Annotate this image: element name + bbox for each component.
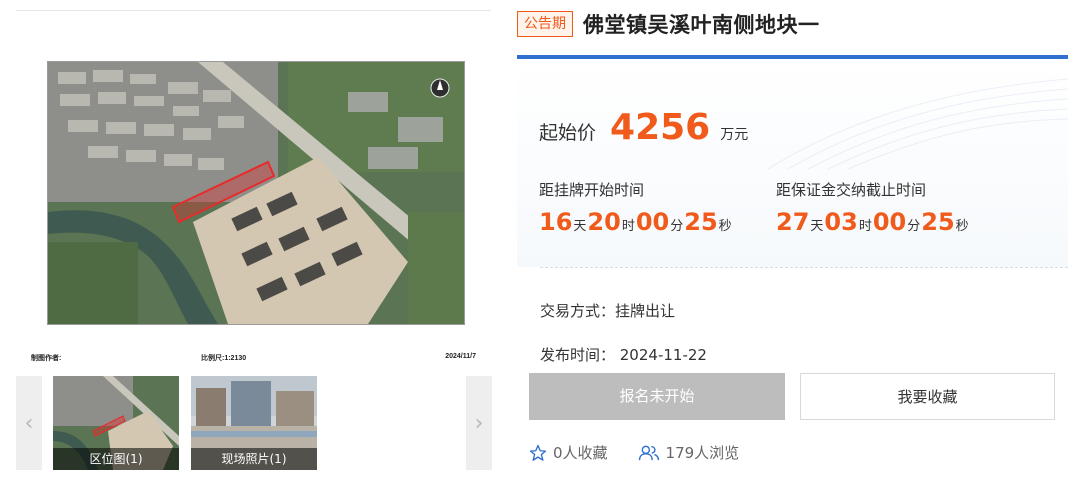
countdown-listing-start: 距挂牌开始时间 16天20时00分25秒	[539, 179, 733, 236]
map-scale-label: 比例尺:1:2130	[201, 355, 247, 362]
star-icon	[529, 444, 547, 461]
unit-day: 天	[573, 219, 587, 234]
thumbnail-site-photo[interactable]: 现场照片(1)	[191, 376, 317, 470]
countdown-value: 16天20时00分25秒	[539, 208, 733, 236]
unit-hour: 时	[621, 219, 635, 234]
thumbnail-strip: ‹ 区位图(1) 现场照片(1) ›	[16, 376, 492, 470]
publish-time: 发布时间： 2024-11-22	[540, 346, 707, 364]
price-row: 起始价 4256 万元	[539, 107, 748, 148]
thumbnail-caption: 现场照片(1)	[191, 448, 317, 470]
countdown-deposit-deadline: 距保证金交纳截止时间 27天03时00分25秒	[776, 179, 970, 236]
main-image-viewer: 制图作者: 比例尺:1:2130 2024/11/7	[16, 10, 491, 366]
unit-second: 秒	[955, 219, 969, 234]
countdown-days: 27	[776, 208, 810, 236]
trade-method: 交易方式：挂牌出让	[540, 302, 676, 320]
map-author-label: 制图作者:	[31, 355, 62, 362]
aerial-map-image	[47, 61, 465, 325]
price-label: 起始价	[539, 122, 597, 144]
countdown-seconds: 25	[684, 208, 718, 236]
thumbnail-location-map[interactable]: 区位图(1)	[53, 376, 179, 470]
map-date-label: 2024/11/7	[445, 353, 476, 360]
countdown-days: 16	[539, 208, 573, 236]
page-title: 佛堂镇吴溪叶南侧地块一	[583, 13, 820, 37]
unit-hour: 时	[858, 219, 872, 234]
unit-minute: 分	[907, 219, 921, 234]
favorite-button[interactable]: 我要收藏	[800, 373, 1055, 420]
chevron-right-icon: ›	[474, 410, 484, 436]
unit-minute: 分	[670, 219, 684, 234]
views-text: 179人浏览	[665, 444, 740, 462]
countdown-value: 27天03时00分25秒	[776, 208, 970, 236]
listing-stats: 0人收藏 179人浏览	[529, 442, 769, 463]
countdown-minutes: 00	[872, 208, 907, 236]
countdown-hours: 20	[587, 208, 621, 236]
favorites-count[interactable]: 0人收藏	[529, 442, 608, 463]
countdown-seconds: 25	[921, 208, 955, 236]
divider	[540, 267, 1068, 268]
unit-day: 天	[810, 219, 824, 234]
status-badge: 公告期	[517, 11, 573, 37]
favorites-text: 0人收藏	[553, 444, 608, 462]
signup-button[interactable]: 报名未开始	[529, 373, 785, 420]
countdown-minutes: 00	[635, 208, 670, 236]
views-count: 179人浏览	[638, 442, 740, 463]
listing-header: 公告期 佛堂镇吴溪叶南侧地块一	[517, 10, 820, 38]
decorative-pattern	[768, 78, 1068, 169]
thumbnail-caption: 区位图(1)	[53, 448, 179, 470]
countdown-label: 距保证金交纳截止时间	[776, 181, 927, 199]
price-unit: 万元	[720, 127, 749, 143]
thumbnail-next-button[interactable]: ›	[466, 376, 492, 470]
price-panel: 起始价 4256 万元 距挂牌开始时间 16天20时00分25秒 距保证金交纳截…	[517, 55, 1068, 267]
users-icon	[638, 445, 659, 460]
chevron-left-icon: ‹	[24, 410, 34, 436]
unit-second: 秒	[718, 219, 732, 234]
thumbnail-prev-button[interactable]: ‹	[16, 376, 42, 470]
price-value: 4256	[610, 107, 711, 148]
countdown-hours: 03	[824, 208, 858, 236]
countdown-label: 距挂牌开始时间	[539, 181, 645, 199]
